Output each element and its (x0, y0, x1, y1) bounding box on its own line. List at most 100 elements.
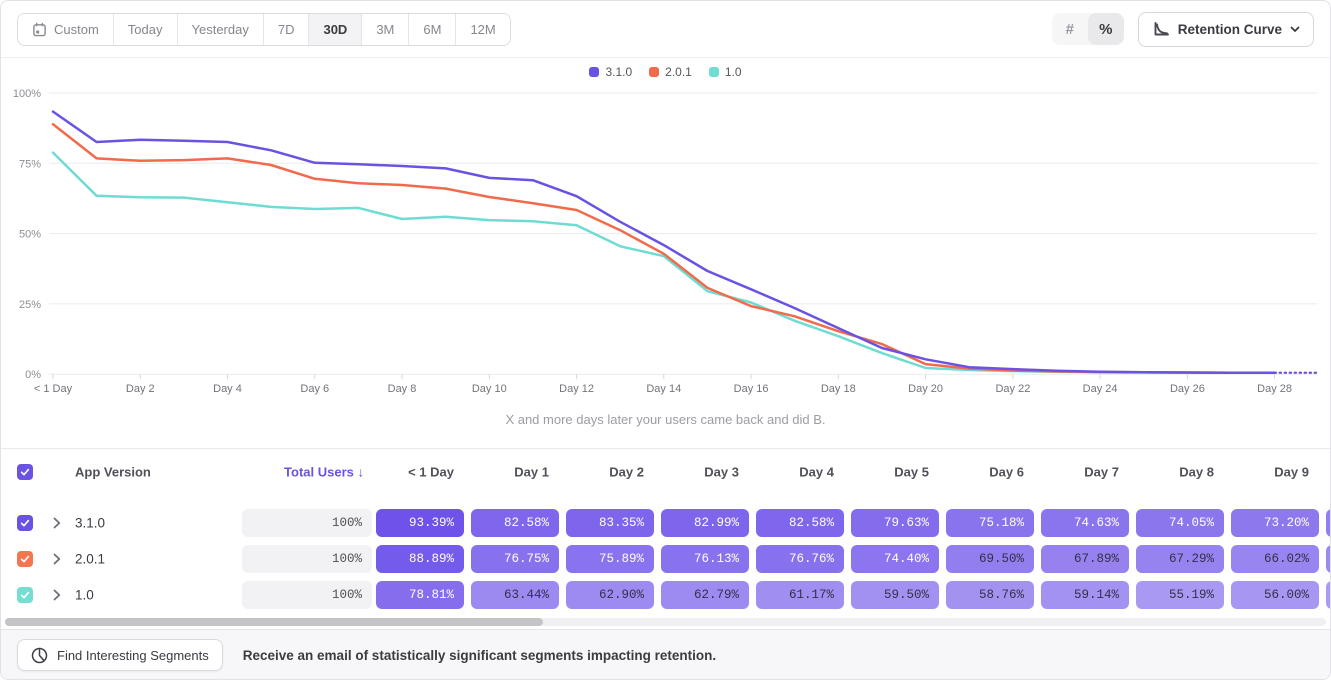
expand-chevron-icon[interactable] (53, 553, 61, 565)
retention-cell: 83.35% (566, 509, 654, 537)
retention-cell: 69.50% (946, 545, 1034, 573)
retention-report: Custom Today Yesterday 7D 30D 3M 6M 12M #% Rete… (0, 0, 1331, 680)
app-version-value: 2.0.1 (75, 552, 105, 567)
date-range-label: Today (128, 22, 163, 37)
date-range-label: 3M (376, 22, 394, 37)
day-column-header[interactable]: Day 2 (566, 465, 644, 480)
find-interesting-segments-button[interactable]: Find Interesting Segments (17, 639, 223, 671)
chevron-down-icon (1290, 26, 1300, 33)
svg-text:Day 10: Day 10 (472, 383, 507, 395)
svg-text:Day 12: Day 12 (559, 383, 594, 395)
retention-cell: 75.18% (946, 509, 1034, 537)
scrollbar-thumb[interactable] (5, 618, 543, 626)
date-range-yesterday[interactable]: Yesterday (178, 14, 264, 45)
total-users-cell: 100% (242, 581, 372, 609)
retention-cell: 74.63% (1041, 509, 1129, 537)
total-users-header[interactable]: Total Users ↓ (242, 465, 364, 480)
expand-chevron-icon[interactable] (53, 589, 61, 601)
date-range-label: 7D (278, 22, 295, 37)
x-axis-note: X and more days later your users came ba… (1, 412, 1330, 427)
date-range-custom[interactable]: Custom (18, 14, 114, 45)
retention-cell: 79.63% (851, 509, 939, 537)
svg-text:Day 4: Day 4 (213, 383, 242, 395)
format-percentage-button[interactable]: % (1088, 13, 1124, 45)
app-version-header: App Version (75, 465, 151, 480)
date-range-label: 30D (323, 22, 347, 37)
retention-cell: 63.44% (471, 581, 559, 609)
day-column-header[interactable]: Day 5 (851, 465, 929, 480)
horizontal-scrollbar (1, 613, 1330, 629)
day-column-header[interactable]: < 1 Day (376, 465, 454, 480)
retention-cell: 61.17% (756, 581, 844, 609)
date-range-12m[interactable]: 12M (456, 14, 509, 45)
segments-icon (31, 647, 48, 664)
retention-cell: 73.20% (1231, 509, 1319, 537)
date-range-label: 6M (423, 22, 441, 37)
retention-cell: 59.50% (851, 581, 939, 609)
retention-cell: 88.89% (376, 545, 464, 573)
retention-cell: 62.90% (566, 581, 654, 609)
row-checkbox[interactable] (17, 587, 33, 603)
svg-text:Day 24: Day 24 (1083, 383, 1118, 395)
retention-cell: 67.29% (1136, 545, 1224, 573)
svg-text:100%: 100% (13, 88, 41, 100)
svg-text:Day 22: Day 22 (995, 383, 1030, 395)
retention-cell: 76.75% (471, 545, 559, 573)
retention-table: App Version Total Users ↓ < 1 Day Day 1 Da… (1, 448, 1330, 613)
svg-text:Day 20: Day 20 (908, 383, 943, 395)
retention-cell: 58.76% (946, 581, 1034, 609)
table-body: 3.1.0100%93.39%82.58%83.35%82.99%82.58%7… (1, 505, 1330, 613)
table-header-row: App Version Total Users ↓ < 1 Day Day 1 Da… (1, 449, 1330, 495)
chart-type-label: Retention Curve (1178, 22, 1282, 37)
expand-chevron-icon[interactable] (53, 517, 61, 529)
retention-cell: 63.00% (1326, 545, 1330, 573)
day-column-header[interactable]: Day 9 (1231, 465, 1309, 480)
date-range-3m[interactable]: 3M (362, 14, 409, 45)
row-checkbox[interactable] (17, 551, 33, 567)
day-column-header[interactable]: Day 8 (1136, 465, 1214, 480)
date-range-30d[interactable]: 30D (309, 14, 362, 45)
day-column-header[interactable]: Day 4 (756, 465, 834, 480)
date-range-6m[interactable]: 6M (409, 14, 456, 45)
sort-descending-icon: ↓ (358, 465, 365, 480)
total-users-cell: 100% (242, 545, 372, 573)
svg-text:Day 8: Day 8 (388, 383, 417, 395)
retention-cell: 93.39% (376, 509, 464, 537)
day-column-header[interactable]: Day 1 (471, 465, 549, 480)
date-range-7d[interactable]: 7D (264, 14, 310, 45)
date-range-group: Custom Today Yesterday 7D 30D 3M 6M 12M (17, 13, 511, 46)
format-absolute-button[interactable]: # (1052, 13, 1088, 45)
footer-message: Receive an email of statistically signif… (243, 648, 716, 663)
toolbar: Custom Today Yesterday 7D 30D 3M 6M 12M #% Rete… (1, 1, 1330, 58)
date-range-today[interactable]: Today (114, 14, 178, 45)
chart-type-selector[interactable]: Retention Curve (1138, 12, 1314, 47)
svg-text:Day 28: Day 28 (1257, 383, 1292, 395)
retention-cell: 76.13% (661, 545, 749, 573)
total-users-cell: 100% (242, 509, 372, 537)
retention-cell: 55.19% (1136, 581, 1224, 609)
retention-cell: 82.58% (756, 509, 844, 537)
retention-cell: 82.99% (661, 509, 749, 537)
date-range-label: Yesterday (192, 22, 249, 37)
row-checkbox[interactable] (17, 515, 33, 531)
svg-text:Day 16: Day 16 (734, 383, 769, 395)
toolbar-right: #% Retention Curve (1052, 12, 1314, 47)
retention-cell: 59.14% (1041, 581, 1129, 609)
day-column-header[interactable]: Day 7 (1041, 465, 1119, 480)
retention-cell: 74.05% (1136, 509, 1224, 537)
retention-cell: 74.40% (851, 545, 939, 573)
app-version-value: 1.0 (75, 588, 94, 603)
date-range-label: 12M (470, 22, 495, 37)
select-all-checkbox[interactable] (17, 464, 33, 480)
retention-curve-icon (1152, 20, 1170, 38)
svg-text:Day 6: Day 6 (300, 383, 329, 395)
date-range-label: Custom (54, 22, 99, 37)
day-column-header[interactable]: Day 3 (661, 465, 739, 480)
retention-cell: 82.58% (471, 509, 559, 537)
day-column-header[interactable]: Day 6 (946, 465, 1024, 480)
value-format-toggle: #% (1052, 13, 1124, 45)
footer-bar: Find Interesting Segments Receive an ema… (1, 629, 1330, 680)
svg-text:0%: 0% (25, 369, 41, 381)
svg-text:25%: 25% (19, 299, 41, 311)
retention-cell: 75.89% (566, 545, 654, 573)
